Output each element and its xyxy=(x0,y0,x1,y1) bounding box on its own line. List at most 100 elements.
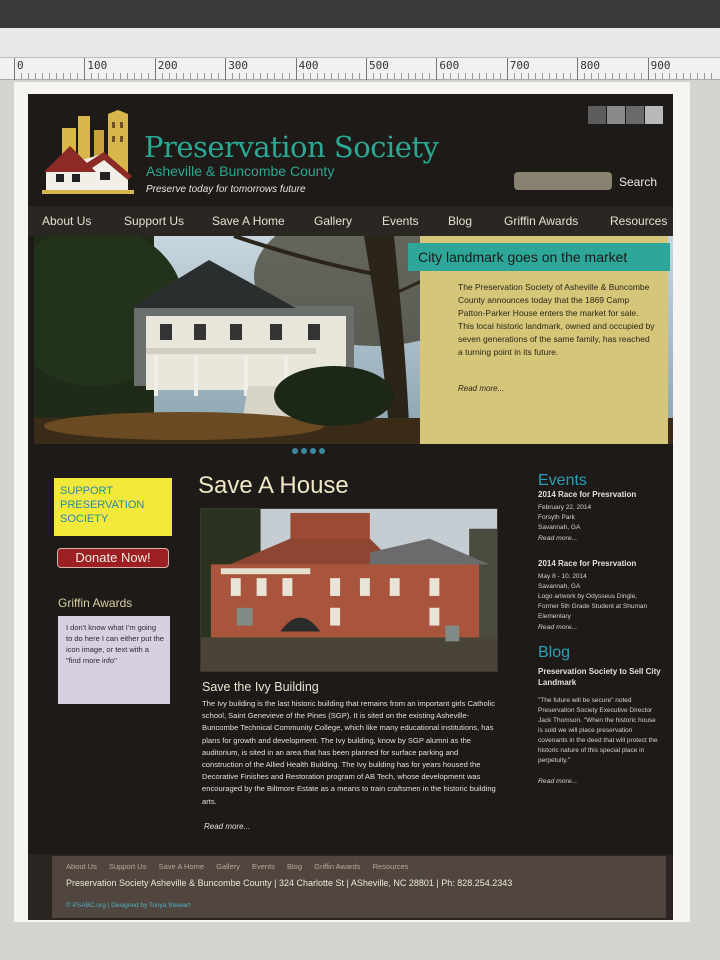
ruler-minor-tick xyxy=(605,73,607,79)
ruler-minor-tick xyxy=(28,73,30,79)
ruler-tick xyxy=(225,58,227,80)
hero-read-more-link[interactable]: Read more... xyxy=(458,384,504,393)
footer-link[interactable]: Griffin Awards xyxy=(314,862,360,871)
event-read-more-link[interactable]: Read more... xyxy=(538,535,577,542)
ivy-building-photo xyxy=(200,508,498,672)
ruler-tick xyxy=(154,58,156,80)
ruler-minor-tick xyxy=(542,73,543,79)
ruler-minor-tick xyxy=(330,73,332,79)
nav-save-a-home[interactable]: Save A Home xyxy=(212,214,285,228)
logo-house-icon xyxy=(42,110,134,194)
footer-link[interactable]: Events xyxy=(252,862,275,871)
ruler-minor-tick xyxy=(358,73,360,79)
ruler-minor-tick xyxy=(640,73,642,79)
blog-title: Blog xyxy=(538,644,571,661)
ruler-minor-tick xyxy=(246,73,248,79)
event-title[interactable]: 2014 Race for Presrvation xyxy=(538,559,636,568)
ruler-minor-tick xyxy=(21,73,23,79)
footer-credit[interactable]: © PSABC.org | Designed by Tonya Stewart xyxy=(66,902,190,909)
blog-post-title[interactable]: Preservation Society to Sell City Landma… xyxy=(538,666,662,688)
event-place: Forsyth Park xyxy=(538,514,575,521)
ruler-tick xyxy=(506,58,508,80)
footer-link[interactable]: About Us xyxy=(66,862,97,871)
ruler-tick xyxy=(14,58,15,80)
ruler-minor-tick xyxy=(619,73,621,79)
ruler-minor-tick xyxy=(126,73,128,79)
main-nav: About Us Support Us Save A Home Gallery … xyxy=(28,206,673,236)
support-banner[interactable]: SUPPORT PRESERVATION SOCIETY xyxy=(54,478,172,536)
social-icons xyxy=(588,106,664,124)
footer-link[interactable]: Blog xyxy=(287,862,302,871)
ruler-minor-tick xyxy=(56,73,58,79)
ruler-minor-tick xyxy=(232,73,234,79)
ruler-minor-tick xyxy=(77,73,79,79)
griffin-awards-box: I don't know what I'm going to do here I… xyxy=(58,616,170,704)
ruler-minor-tick xyxy=(443,73,445,79)
search-button[interactable]: Search xyxy=(619,175,657,189)
main-subheading[interactable]: Save the Ivy Building xyxy=(202,680,319,694)
ruler-minor-tick xyxy=(633,73,635,79)
carousel-dot[interactable] xyxy=(301,448,307,454)
nav-events[interactable]: Events xyxy=(382,214,419,228)
ruler-minor-tick xyxy=(598,73,600,79)
carousel-dots xyxy=(292,448,325,454)
hero-text: The Preservation Society of Asheville & … xyxy=(458,282,655,357)
nav-resources[interactable]: Resources xyxy=(610,214,667,228)
carousel-dot[interactable] xyxy=(292,448,298,454)
footer-link[interactable]: Support Us xyxy=(109,862,147,871)
event-title[interactable]: 2014 Race for Presrvation xyxy=(538,490,636,499)
ruler-minor-tick xyxy=(612,73,614,79)
blog-post-text: "The future will be secure" noted Preser… xyxy=(538,697,658,764)
carousel-dot[interactable] xyxy=(310,448,316,454)
ruler-minor-tick xyxy=(211,73,213,79)
carousel-dot[interactable] xyxy=(319,448,325,454)
ruler-number: 700 xyxy=(509,59,530,72)
event-date: February 22, 2014 xyxy=(538,504,592,511)
ruler-minor-tick xyxy=(563,73,565,79)
search-input[interactable] xyxy=(514,172,612,190)
ruler-minor-tick xyxy=(337,73,339,79)
ruler-minor-tick xyxy=(696,73,698,79)
footer-link[interactable]: Resources xyxy=(373,862,409,871)
social-icon[interactable] xyxy=(626,106,644,124)
footer-links: About Us Support Us Save A Home Gallery … xyxy=(66,862,419,871)
social-icon[interactable] xyxy=(607,106,625,124)
ruler-minor-tick xyxy=(274,73,276,79)
ruler-minor-tick xyxy=(387,73,389,79)
main-read-more-link[interactable]: Read more... xyxy=(204,822,250,831)
nav-about-us[interactable]: About Us xyxy=(42,214,91,228)
nav-blog[interactable]: Blog xyxy=(448,214,472,228)
ruler-minor-tick xyxy=(302,73,304,79)
social-icon[interactable] xyxy=(645,106,663,124)
blog-read-more-link[interactable]: Read more... xyxy=(538,778,577,785)
ruler-minor-tick xyxy=(35,73,37,79)
ruler-number: 100 xyxy=(87,59,108,72)
site-title[interactable]: Preservation Society xyxy=(144,130,439,164)
ruler-minor-tick xyxy=(408,73,410,79)
hero-headline[interactable]: City landmark goes on the market xyxy=(408,243,670,271)
event-read-more-link[interactable]: Read more... xyxy=(538,624,577,631)
footer-link[interactable]: Save A Home xyxy=(159,862,204,871)
ruler-minor-tick xyxy=(710,73,712,79)
ruler-minor-tick xyxy=(344,73,346,79)
main-body-text: The Ivy building is the last historic bu… xyxy=(202,699,496,806)
event-place: Savannah, GA xyxy=(538,583,581,590)
ruler-minor-tick xyxy=(689,73,691,79)
editor-toolbar xyxy=(0,28,720,58)
footer-link[interactable]: Gallery xyxy=(216,862,240,871)
ruler-minor-tick xyxy=(422,73,424,79)
ruler-minor-tick xyxy=(161,73,163,79)
ruler-minor-tick xyxy=(675,73,677,79)
social-icon[interactable] xyxy=(588,106,606,124)
ruler-minor-tick xyxy=(661,73,663,79)
nav-support-us[interactable]: Support Us xyxy=(124,214,184,228)
ruler-minor-tick xyxy=(556,73,558,79)
ruler-minor-tick xyxy=(549,73,551,79)
main-heading: Save A House xyxy=(198,472,349,499)
ruler-minor-tick xyxy=(190,73,191,79)
nav-gallery[interactable]: Gallery xyxy=(314,214,352,228)
donate-button[interactable]: Donate Now! xyxy=(57,548,169,568)
ruler-minor-tick xyxy=(63,73,65,79)
ruler-number: 300 xyxy=(228,59,249,72)
nav-griffin-awards[interactable]: Griffin Awards xyxy=(504,214,578,228)
